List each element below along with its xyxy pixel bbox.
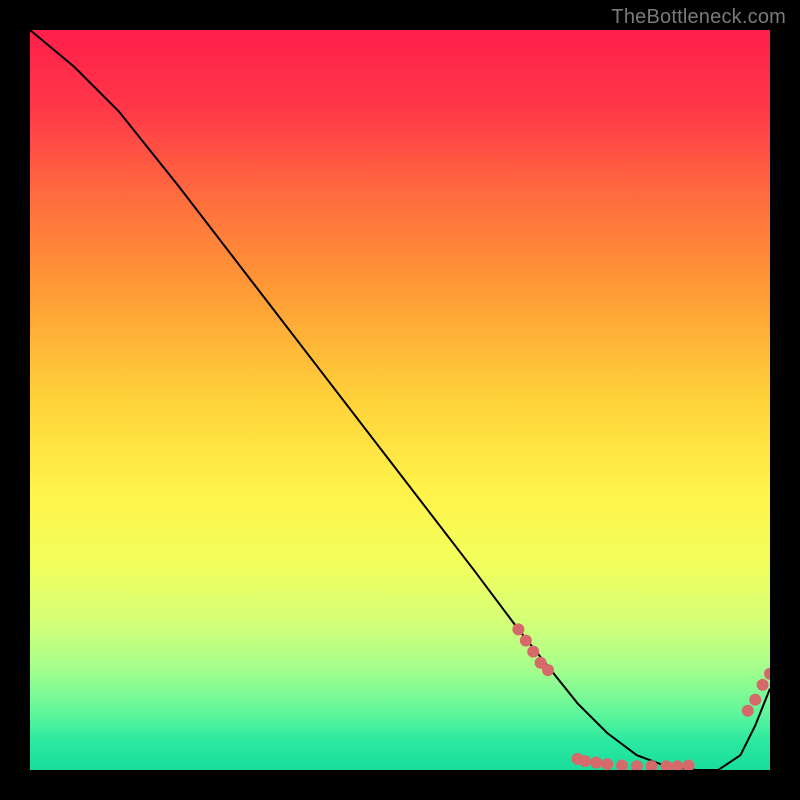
data-point-marker bbox=[512, 623, 524, 635]
data-point-marker bbox=[579, 755, 591, 767]
watermark-text: TheBottleneck.com bbox=[611, 6, 786, 29]
data-point-marker bbox=[757, 679, 769, 691]
chart-svg bbox=[30, 30, 770, 770]
data-point-marker bbox=[590, 757, 602, 769]
data-point-marker bbox=[601, 758, 613, 770]
data-point-marker bbox=[749, 694, 761, 706]
chart-frame: TheBottleneck.com bbox=[0, 0, 800, 800]
data-point-marker bbox=[520, 635, 532, 647]
data-point-marker bbox=[542, 664, 554, 676]
data-point-marker bbox=[527, 646, 539, 658]
data-point-marker bbox=[742, 705, 754, 717]
gradient-background bbox=[30, 30, 770, 770]
chart-plot-area bbox=[30, 30, 770, 770]
